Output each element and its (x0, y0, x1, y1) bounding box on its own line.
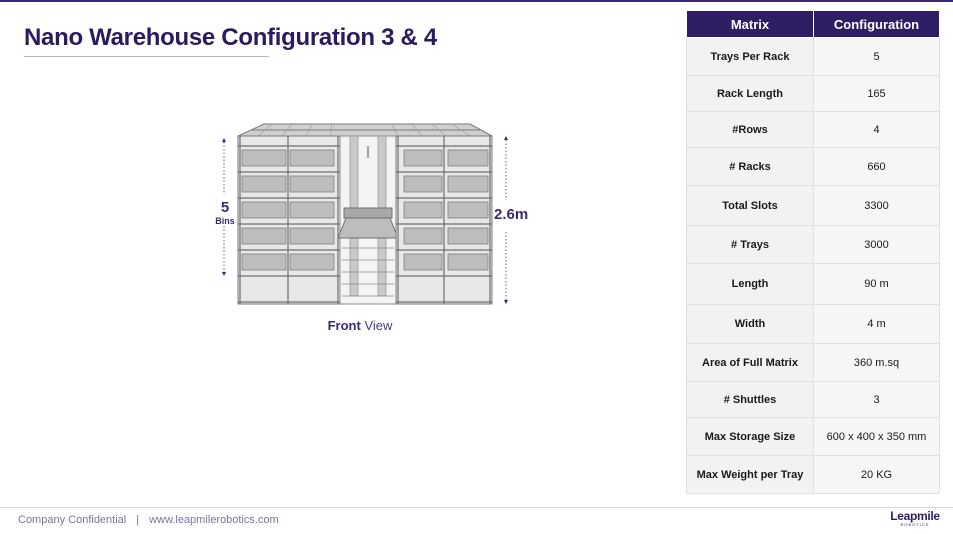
footer-divider (0, 507, 953, 508)
table-header-row: Matrix Configuration (686, 10, 940, 38)
table-row: Trays Per Rack 5 (686, 37, 940, 76)
row-key: Length (686, 263, 814, 305)
row-value: 360 m.sq (813, 343, 940, 382)
company-confidential: Company Confidential (18, 514, 127, 526)
row-value: 5 (813, 37, 940, 76)
row-key: Rack Length (686, 75, 814, 112)
table-row: # Racks 660 (686, 147, 940, 186)
website-link[interactable]: www.leapmilerobotics.com (149, 514, 279, 526)
table-row: Width 4 m (686, 304, 940, 344)
logo-name: Leapmile (890, 509, 940, 523)
row-value: 90 m (813, 263, 940, 305)
center-aisle-shuttle (337, 135, 399, 305)
bins-count: 5 (220, 199, 230, 216)
row-key: #Rows (686, 111, 814, 148)
table-row: Rack Length 165 (686, 75, 940, 112)
caption-rest: View (360, 318, 393, 333)
configuration-table: Matrix Configuration Trays Per Rack 5 Rac… (686, 10, 940, 494)
table-row: Length 90 m (686, 263, 940, 305)
right-rack (395, 135, 493, 305)
row-key: # Shuttles (686, 381, 814, 418)
row-value: 4 m (813, 304, 940, 344)
leapmile-logo: Leapmile ROBOTICS (890, 510, 940, 527)
row-value: 4 (813, 111, 940, 148)
row-key: # Trays (686, 225, 814, 264)
row-key: Max Weight per Tray (686, 455, 814, 494)
row-value: 3 (813, 381, 940, 418)
table-row: # Trays 3000 (686, 225, 940, 264)
figure-caption: Front View (300, 318, 420, 333)
warehouse-front-view-image (222, 123, 508, 305)
title-underline (24, 56, 269, 57)
footer-separator: | (136, 514, 140, 526)
top-border (0, 0, 953, 2)
height-label: 2.6m (494, 206, 529, 223)
row-key: Total Slots (686, 185, 814, 226)
row-value: 3000 (813, 225, 940, 264)
caption-bold: Front (327, 318, 361, 333)
row-value: 3300 (813, 185, 940, 226)
row-value: 165 (813, 75, 940, 112)
bins-count-label: 5 Bins (212, 199, 238, 227)
row-key: Trays Per Rack (686, 37, 814, 76)
row-value: 600 x 400 x 350 mm (813, 417, 940, 456)
header-matrix: Matrix (686, 10, 814, 38)
row-value: 20 KG (813, 455, 940, 494)
table-row: Max Storage Size 600 x 400 x 350 mm (686, 417, 940, 456)
row-key: Area of Full Matrix (686, 343, 814, 382)
bins-unit: Bins (215, 216, 235, 226)
left-rack (237, 135, 341, 305)
page-title: Nano Warehouse Configuration 3 & 4 (24, 24, 437, 51)
table-row: #Rows 4 (686, 111, 940, 148)
table-row: Area of Full Matrix 360 m.sq (686, 343, 940, 382)
table-row: # Shuttles 3 (686, 381, 940, 418)
row-value: 660 (813, 147, 940, 186)
table-row: Max Weight per Tray 20 KG (686, 455, 940, 494)
table-row: Total Slots 3300 (686, 185, 940, 226)
footer: Company Confidential | www.leapmilerobotic… (18, 514, 279, 526)
row-key: # Racks (686, 147, 814, 186)
header-configuration: Configuration (813, 10, 940, 38)
row-key: Width (686, 304, 814, 344)
row-key: Max Storage Size (686, 417, 814, 456)
